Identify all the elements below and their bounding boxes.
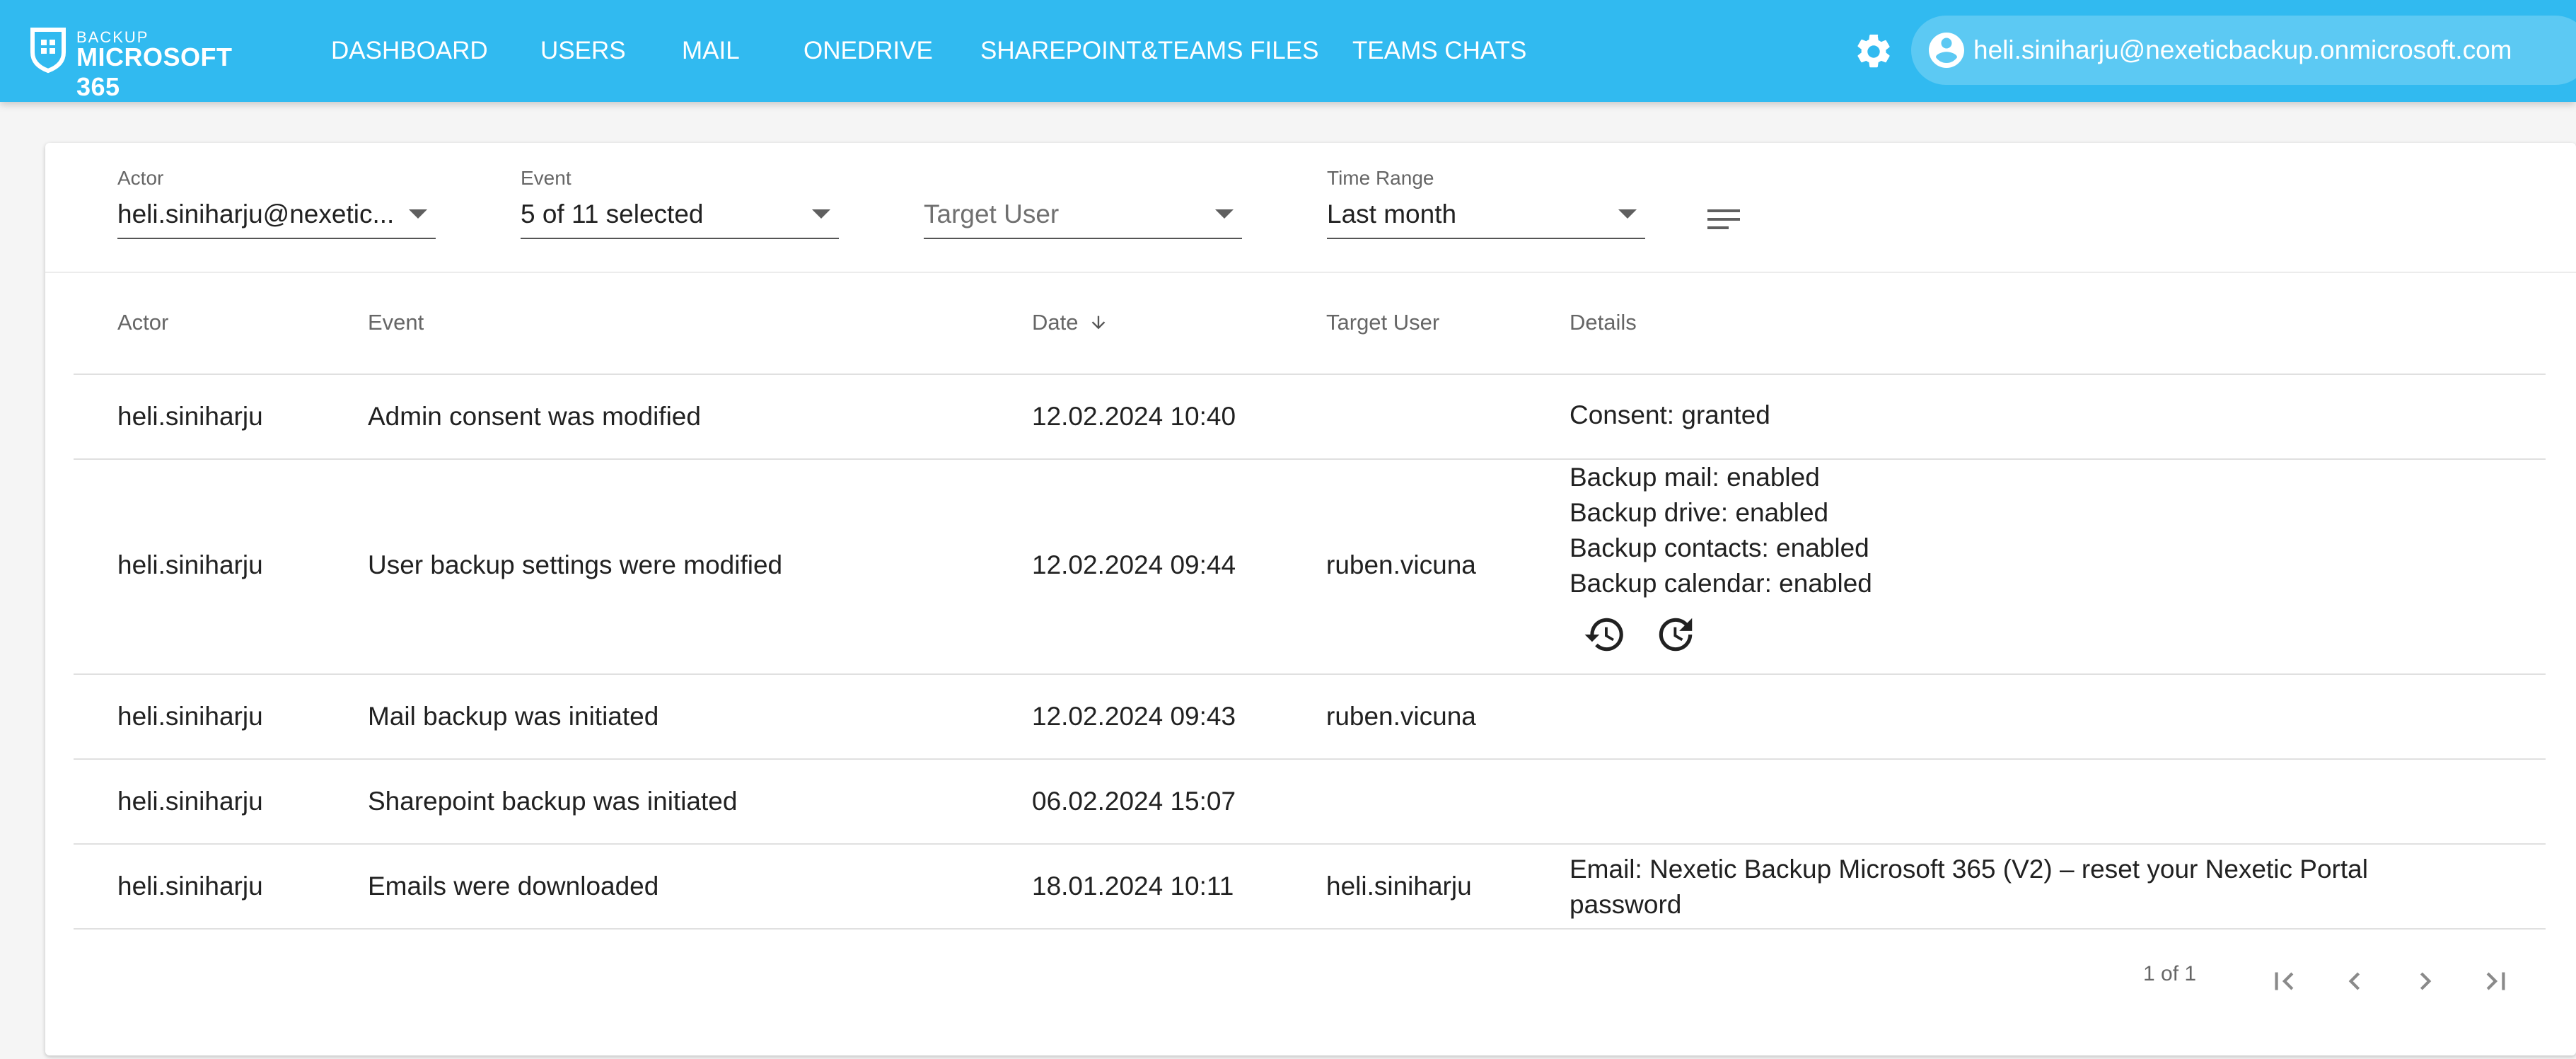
previous-page-icon[interactable] [2337, 963, 2372, 999]
time-range-filter-value: Last month [1327, 199, 1457, 228]
history-icon[interactable] [1583, 613, 1627, 656]
column-header-details[interactable]: Details [1570, 272, 1637, 374]
chevron-down-icon [1215, 209, 1234, 219]
row-target-user: heli.siniharju [1326, 872, 1472, 901]
row-event: Mail backup was initiated [368, 702, 659, 731]
time-range-filter-underline [1327, 238, 1645, 239]
row-event: Emails were downloaded [368, 872, 659, 901]
row-date: 12.02.2024 10:40 [1032, 402, 1236, 431]
row-actor: heli.siniharju [117, 872, 263, 901]
time-range-filter-select[interactable]: Time Range Last month [1327, 167, 1645, 245]
detail-line: Backup contacts: enabled [1570, 533, 1869, 562]
row-target-user: ruben.vicuna [1326, 550, 1476, 579]
actor-filter-value: heli.siniharju@nexetic... [117, 199, 395, 228]
nav-teams-chats[interactable]: TEAMS CHATS [1352, 0, 1526, 102]
event-filter-value: 5 of 11 selected [521, 199, 704, 228]
chevron-down-icon [1618, 209, 1637, 219]
detail-line: Email: Nexetic Backup Microsoft 365 (V2)… [1570, 855, 2368, 884]
table-row: heli.siniharju Sharepoint backup was ini… [74, 760, 2546, 845]
shield-logo-icon [30, 28, 66, 74]
detail-line: Consent: granted [1570, 400, 1770, 429]
brand-logo[interactable]: BACKUP MICROSOFT 365 [28, 24, 269, 101]
table-row: heli.siniharju Admin consent was modifie… [74, 375, 2546, 460]
next-page-icon[interactable] [2408, 963, 2443, 999]
row-date: 12.02.2024 09:43 [1032, 702, 1236, 731]
detail-line: Backup drive: enabled [1570, 498, 1829, 527]
pagination-status: 1 of 1 [2143, 962, 2197, 985]
event-filter-select[interactable]: Event 5 of 11 selected [521, 167, 839, 245]
arrow-down-icon [1091, 316, 1106, 330]
detail-line: Backup calendar: enabled [1570, 569, 1872, 598]
row-details: Email: Nexetic Backup Microsoft 365 (V2)… [1570, 852, 2368, 922]
settings-gear-icon[interactable] [1853, 31, 1894, 72]
column-header-target-user[interactable]: Target User [1326, 272, 1439, 374]
table-row: heli.siniharju Emails were downloaded 18… [74, 845, 2546, 930]
row-date: 12.02.2024 09:44 [1032, 550, 1236, 579]
first-page-icon[interactable] [2266, 963, 2302, 999]
actor-filter-select[interactable]: Actor heli.siniharju@nexetic... [117, 167, 436, 245]
target-user-filter-placeholder: Target User [924, 199, 1060, 228]
column-header-date-label: Date [1032, 310, 1079, 335]
column-header-actor[interactable]: Actor [117, 272, 168, 374]
event-filter-label: Event [521, 167, 572, 189]
time-range-filter-label: Time Range [1327, 167, 1434, 189]
target-user-filter-select[interactable]: Target User [924, 167, 1242, 245]
column-header-date[interactable]: Date [1032, 272, 1108, 374]
restore-icon[interactable] [1654, 613, 1698, 656]
audit-log-table: Actor Event Date Target User Details hel… [74, 272, 2546, 930]
nav-sharepoint-teams-files[interactable]: SHAREPOINT&TEAMS FILES [980, 0, 1318, 102]
nav-users[interactable]: USERS [540, 0, 626, 102]
detail-line: password [1570, 890, 1682, 919]
account-menu-button[interactable]: heli.siniharju@nexeticbackup.onmicrosoft… [1911, 16, 2576, 85]
row-details: Backup mail: enabled Backup drive: enabl… [1570, 460, 1872, 601]
nav-dashboard[interactable]: DASHBOARD [331, 0, 488, 102]
detail-line: Backup mail: enabled [1570, 463, 1820, 492]
row-event: User backup settings were modified [368, 550, 783, 579]
last-page-icon[interactable] [2478, 963, 2514, 999]
top-app-bar: BACKUP MICROSOFT 365 DASHBOARD USERS MAI… [0, 0, 2576, 102]
brand-title: MICROSOFT 365 [76, 42, 233, 101]
row-actor: heli.siniharju [117, 402, 263, 431]
actor-filter-label: Actor [117, 167, 164, 189]
nav-onedrive[interactable]: ONEDRIVE [803, 0, 933, 102]
table-header-row: Actor Event Date Target User Details [74, 272, 2546, 375]
row-actor: heli.siniharju [117, 550, 263, 579]
table-row: heli.siniharju Mail backup was initiated… [74, 675, 2546, 760]
row-event: Admin consent was modified [368, 402, 701, 431]
table-row: heli.siniharju User backup settings were… [74, 460, 2546, 675]
row-actor: heli.siniharju [117, 787, 263, 816]
sort-lines-icon[interactable] [1707, 207, 1740, 232]
row-date: 06.02.2024 15:07 [1032, 787, 1236, 816]
row-target-user: ruben.vicuna [1326, 702, 1476, 731]
filter-bar: Actor heli.siniharju@nexetic... Event 5 … [45, 143, 2576, 273]
row-date: 18.01.2024 10:11 [1032, 872, 1234, 901]
nav-mail[interactable]: MAIL [682, 0, 740, 102]
row-details: Consent: granted [1570, 398, 1770, 433]
column-header-event[interactable]: Event [368, 272, 424, 374]
chevron-down-icon [812, 209, 830, 219]
target-user-filter-underline [924, 238, 1242, 239]
account-circle-icon [1929, 33, 1964, 68]
actor-filter-underline [117, 238, 436, 239]
account-email: heli.siniharju@nexeticbackup.onmicrosoft… [1973, 35, 2512, 64]
event-filter-underline [521, 238, 839, 239]
row-event: Sharepoint backup was initiated [368, 787, 738, 816]
audit-log-card: Actor heli.siniharju@nexetic... Event 5 … [45, 143, 2576, 1055]
chevron-down-icon [409, 209, 427, 219]
row-actor: heli.siniharju [117, 702, 263, 731]
